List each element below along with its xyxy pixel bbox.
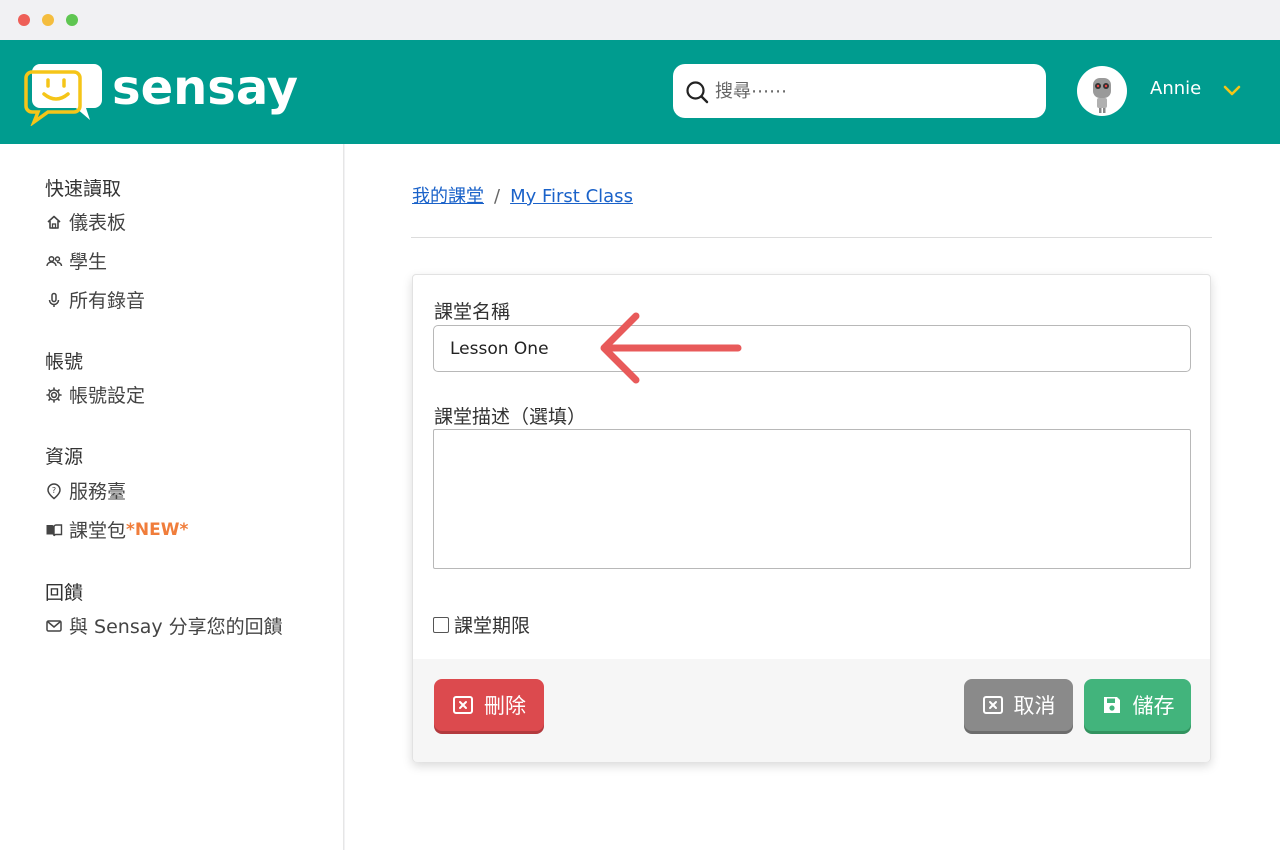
breadcrumb: 我的課堂 / My First Class <box>412 182 633 208</box>
class-edit-form: 課堂名稱 課堂描述（選填） 課堂期限 刪除 取消 <box>412 274 1211 762</box>
app-header: sensay Annie <box>0 40 1280 144</box>
sidebar-item-help-desk[interactable]: ? 服務臺 <box>45 477 126 504</box>
sidebar-item-label: 儀表板 <box>69 212 127 234</box>
search-input[interactable] <box>715 74 1035 108</box>
save-button[interactable]: 儲存 <box>1084 679 1191 731</box>
floppy-disk-icon <box>1103 697 1120 713</box>
close-box-icon <box>982 696 1003 714</box>
sensay-logo[interactable]: sensay <box>24 58 304 126</box>
main-content: 我的課堂 / My First Class 課堂名稱 課堂描述（選填） 課堂期限 刪… <box>345 144 1280 850</box>
delete-button-label: 刪除 <box>484 694 526 718</box>
book-icon <box>46 523 63 536</box>
class-description-label: 課堂描述（選填） <box>434 406 587 428</box>
close-box-icon <box>453 696 473 714</box>
delete-button[interactable]: 刪除 <box>434 679 544 731</box>
mail-icon <box>46 619 62 632</box>
save-button-label: 儲存 <box>1132 694 1175 718</box>
class-name-label: 課堂名稱 <box>434 301 511 323</box>
users-icon <box>46 255 63 266</box>
sidebar-item-students[interactable]: 學生 <box>45 247 107 274</box>
form-actions: 刪除 取消 儲存 <box>413 659 1210 762</box>
sidebar-item-label: 所有錄音 <box>69 290 146 312</box>
section-resources: 資源 <box>45 446 84 468</box>
sidebar-item-account-settings[interactable]: 帳號設定 <box>45 381 145 408</box>
sidebar-item-recordings[interactable]: 所有錄音 <box>45 286 145 313</box>
close-window-button[interactable] <box>18 14 30 26</box>
breadcrumb-current-class-link[interactable]: My First Class <box>510 186 633 207</box>
search-icon <box>686 81 709 104</box>
home-icon <box>47 215 61 229</box>
sidebar-item-dashboard[interactable]: 儀表板 <box>45 208 126 235</box>
sidebar-item-label: 帳號設定 <box>69 385 146 407</box>
section-account: 帳號 <box>45 351 84 373</box>
robot-avatar-icon <box>1093 78 1111 113</box>
class-deadline-checkbox[interactable] <box>433 616 449 633</box>
breadcrumb-my-classes-link[interactable]: 我的課堂 <box>412 186 484 207</box>
sidebar-item-share-feedback[interactable]: 與 Sensay 分享您的回饋 <box>45 612 283 639</box>
maximize-window-button[interactable] <box>66 14 78 26</box>
cancel-button-label: 取消 <box>1013 694 1056 718</box>
annotation-arrow-icon <box>600 312 742 384</box>
gear-icon <box>46 386 62 403</box>
user-name[interactable]: Annie <box>1150 78 1201 99</box>
class-description-textarea[interactable] <box>433 429 1191 569</box>
minimize-window-button[interactable] <box>42 14 54 26</box>
class-deadline-option[interactable]: 課堂期限 <box>433 611 530 638</box>
class-deadline-label: 課堂期限 <box>454 615 531 637</box>
search-bar[interactable] <box>673 64 1046 118</box>
sidebar-item-label: 與 Sensay 分享您的回饋 <box>69 616 283 638</box>
svg-text:?: ? <box>52 486 56 495</box>
logo-chat-bubbles-icon <box>24 64 102 126</box>
class-name-input[interactable] <box>433 325 1191 372</box>
divider <box>411 237 1212 238</box>
section-feedback: 回饋 <box>45 582 84 604</box>
help-icon: ? <box>47 482 61 499</box>
window-titlebar <box>0 0 1280 40</box>
cancel-button[interactable]: 取消 <box>964 679 1073 731</box>
avatar[interactable] <box>1077 66 1127 116</box>
section-quick-access: 快速讀取 <box>45 178 122 200</box>
new-badge: *NEW* <box>126 519 189 540</box>
breadcrumb-separator: / <box>494 186 501 207</box>
microphone-icon <box>48 292 60 307</box>
sidebar-item-label: 學生 <box>69 251 108 273</box>
chevron-down-icon[interactable] <box>1222 80 1242 100</box>
sidebar-item-label: 課堂包 <box>69 520 127 542</box>
brand-name: sensay <box>112 60 299 116</box>
sidebar: 快速讀取 儀表板 學生 所有錄音 帳號 帳號設定 資源 ? 服務臺 課堂包 *N… <box>0 144 344 850</box>
sidebar-item-lesson-packs[interactable]: 課堂包 *NEW* <box>45 516 188 543</box>
sidebar-item-label: 服務臺 <box>69 481 127 503</box>
